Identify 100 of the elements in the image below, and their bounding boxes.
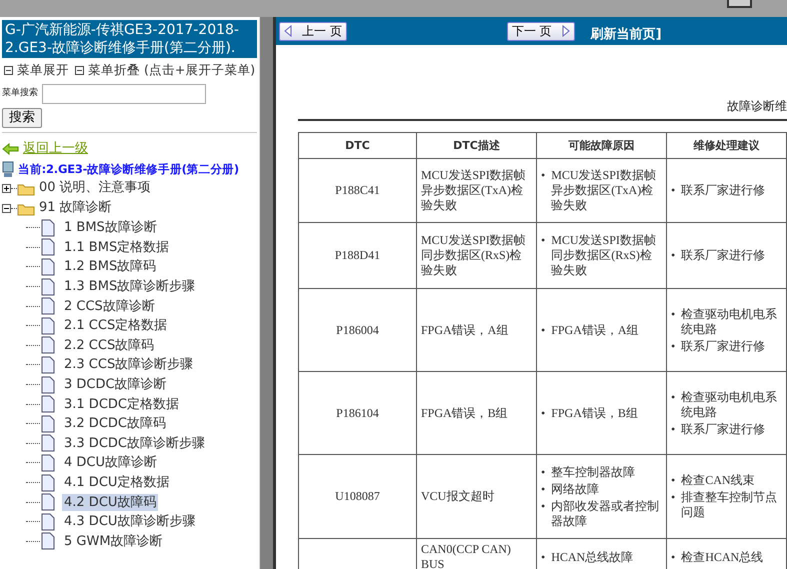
window-button[interactable] — [727, 0, 752, 8]
page-icon — [40, 297, 56, 316]
page-icon — [40, 218, 56, 237]
tree-item[interactable]: 4.3 DCU故障诊断步骤 — [62, 513, 198, 530]
tree-item[interactable]: 3 DCDC故障诊断 — [62, 376, 169, 394]
page-icon — [40, 316, 56, 335]
tree-item[interactable]: 2 CCS故障诊断 — [62, 298, 157, 315]
table-cell-item: 联系厂家进行修 — [681, 338, 766, 354]
bullet: • — [671, 490, 676, 505]
page-icon — [40, 336, 56, 354]
page-icon — [40, 414, 56, 433]
tree-item[interactable]: 2.1 CCS定格数据 — [62, 317, 170, 334]
page-icon — [40, 532, 56, 550]
tree-item[interactable]: 00 说明、注意事项 — [39, 178, 151, 198]
table-cell: FPGA错误，B组 — [421, 406, 508, 420]
tree-item[interactable]: 3.2 DCDC故障码 — [62, 415, 168, 432]
table-cell-item: 检查HCAN总线 — [681, 550, 764, 564]
tree-item[interactable]: 1 BMS故障诊断 — [62, 219, 159, 236]
tree-item[interactable]: 5 GWM故障诊断 — [62, 532, 165, 550]
refresh-link[interactable]: 刷新当前页] — [590, 25, 662, 45]
current-location: 当前:2.GE3-故障诊断维修手册(第二分册) — [18, 160, 239, 178]
table-cell: MCU发送SPI数据帧同步数据区(RxS)检验失败 — [421, 233, 526, 277]
bullet: • — [671, 248, 676, 263]
table-cell-item: FPGA错误，A组 — [551, 322, 639, 338]
page-icon — [40, 493, 56, 512]
table-cell-item: 网络故障 — [551, 482, 600, 496]
bullet: • — [671, 390, 676, 404]
bullet: • — [541, 322, 546, 338]
computer-icon — [2, 160, 14, 178]
column-header: DTC — [298, 132, 416, 158]
bullet: • — [671, 306, 676, 322]
tree-item[interactable]: 4 DCU故障诊断 — [62, 454, 160, 472]
bullet: • — [541, 482, 546, 496]
table-cell-item: 检查驱动电机电系统电路 — [681, 390, 778, 420]
table-cell-item: HCAN总线故障 — [551, 550, 634, 564]
page-icon — [40, 434, 56, 452]
table-cell-item: 联系厂家进行修 — [681, 183, 766, 198]
table-cell-item: FPGA错误，B组 — [551, 406, 638, 420]
tree-item[interactable]: 1.3 BMS故障诊断步骤 — [62, 278, 198, 296]
column-header: 维修处理建议 — [666, 132, 786, 158]
table-cell: VCU报文超时 — [421, 489, 494, 503]
search-button[interactable]: 搜索 — [2, 108, 42, 128]
page-icon — [40, 454, 56, 472]
table-cell-item: 整车控制器故障 — [551, 464, 636, 480]
tree-item[interactable]: 2.3 CCS故障诊断步骤 — [62, 356, 196, 374]
tree-item[interactable]: 2.2 CCS故障码 — [62, 336, 156, 354]
previous-page-button[interactable]: 上一 页 — [279, 22, 347, 40]
table-cell-item: MCU发送SPI数据帧同步数据区(RxS)检验失败 — [551, 233, 657, 278]
table-cell: P188D41 — [334, 248, 380, 262]
column-header: DTC描述 — [416, 132, 536, 158]
table-cell: P186104 — [336, 406, 379, 420]
table-cell-item: MCU发送SPI数据帧异步数据区(TxA)检验失败 — [551, 168, 657, 213]
page-icon — [40, 376, 56, 394]
bullet: • — [671, 338, 676, 354]
next-page-button[interactable]: 下一 页 — [506, 22, 575, 40]
table-cell: CAN0(CCP CAN) BUS — [421, 542, 511, 569]
bullet: • — [671, 473, 676, 488]
search-label: 菜单搜索 — [2, 87, 38, 100]
tree-item[interactable]: 4.2 DCU故障码 — [62, 494, 158, 511]
back-arrow-icon — [2, 142, 19, 155]
table-cell-item: 内部收发器或者控制器故障 — [551, 498, 660, 528]
page-icon — [40, 512, 56, 531]
tree-item[interactable]: 4.1 DCU定格数据 — [62, 474, 172, 492]
tree-item[interactable]: 1.2 BMS故障码 — [62, 258, 158, 276]
bullet: • — [541, 168, 546, 183]
bullet: • — [541, 498, 546, 514]
tree-item[interactable]: 3.1 DCDC定格数据 — [62, 396, 181, 413]
table-cell-item: 检查CAN线束 — [681, 473, 755, 488]
bullet: • — [541, 464, 546, 480]
table-cell-item: 联系厂家进行修 — [681, 422, 766, 436]
page-icon — [40, 278, 56, 296]
bullet: • — [541, 233, 546, 248]
bullet: • — [541, 550, 546, 564]
collapse-menu-link[interactable]: 菜单折叠 (点击+展开子菜单) — [72, 62, 256, 77]
bullet: • — [671, 422, 676, 436]
tree-item[interactable]: 1.1 BMS定格数据 — [62, 238, 172, 256]
expand-menu-link[interactable]: 菜单展开 — [2, 62, 69, 77]
collapse-icon[interactable] — [2, 204, 11, 212]
table-cell: FPGA错误，A组 — [421, 322, 508, 336]
page-icon — [40, 356, 56, 374]
page-icon — [40, 238, 56, 256]
table-cell-item: 检查驱动电机电系统电路 — [681, 306, 778, 336]
bullet: • — [671, 550, 676, 564]
page-icon — [40, 258, 56, 276]
table-cell-item: 排查整车控制节点问题 — [681, 490, 778, 520]
bullet: • — [541, 406, 546, 420]
page-icon — [40, 395, 56, 414]
right-arrow-icon — [562, 25, 570, 37]
tree-item[interactable]: 91 故障诊断 — [39, 198, 112, 218]
page-icon — [40, 474, 56, 492]
search-field[interactable] — [42, 84, 206, 104]
expand-icon[interactable] — [2, 184, 11, 192]
scrollbar[interactable] — [259, 17, 273, 569]
table-cell: P186004 — [336, 322, 379, 336]
table-cell: MCU发送SPI数据帧异步数据区(TxA)检验失败 — [421, 168, 526, 212]
table-cell: U108087 — [335, 489, 380, 503]
bullet: • — [671, 183, 676, 198]
left-arrow-icon — [284, 25, 292, 37]
tree-item[interactable]: 3.3 DCDC故障诊断步骤 — [62, 434, 207, 452]
table-cell: P188C41 — [335, 183, 380, 197]
